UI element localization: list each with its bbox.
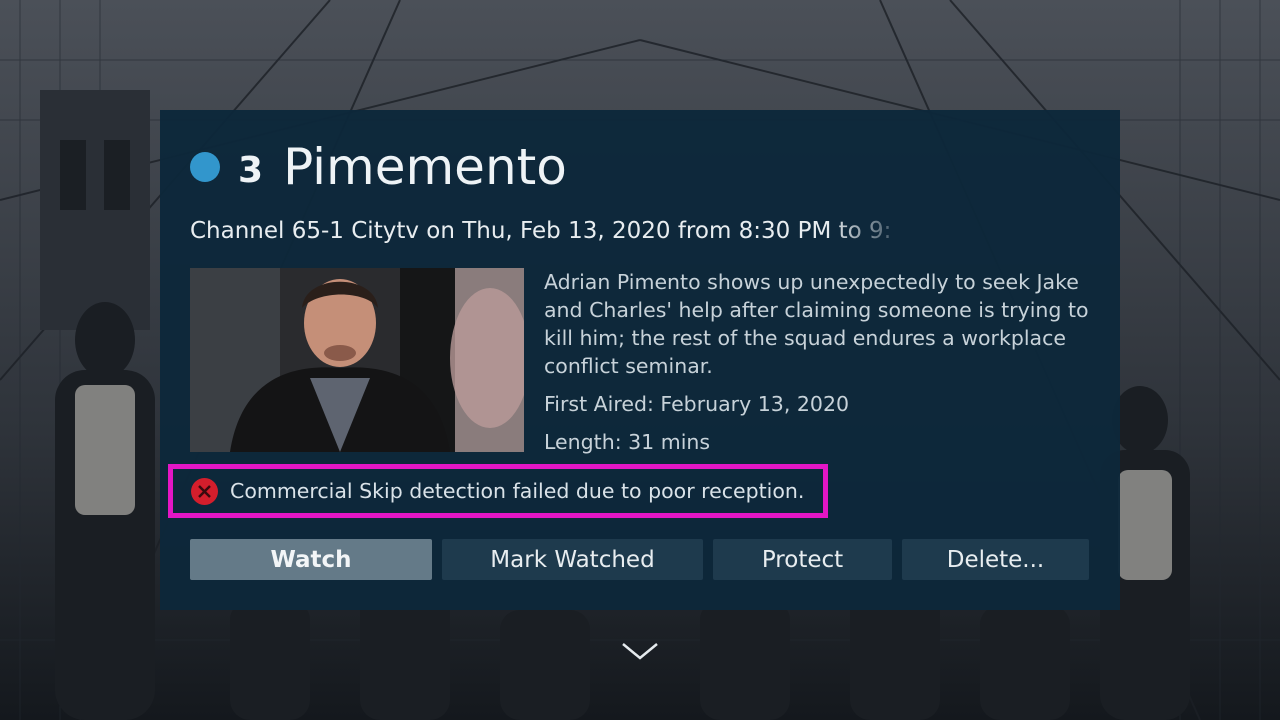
program-info: Adrian Pimento shows up unexpectedly to … <box>544 268 1089 466</box>
episode-thumbnail <box>190 268 524 452</box>
channel-airtime-line: Channel 65-1 Citytv on Thu, Feb 13, 2020… <box>190 218 892 244</box>
error-x-icon <box>191 477 218 505</box>
episode-number: 3 <box>238 149 264 191</box>
title-row: 3 Pimemento <box>190 132 567 202</box>
watch-button[interactable]: Watch <box>190 539 432 580</box>
alert-message: Commercial Skip detection failed due to … <box>230 479 805 503</box>
program-description: Adrian Pimento shows up unexpectedly to … <box>544 270 1089 378</box>
mark-watched-button[interactable]: Mark Watched <box>442 539 703 580</box>
recording-details-panel: 3 Pimemento Channel 65-1 Citytv on Thu, … <box>160 110 1120 610</box>
chevron-down-icon[interactable] <box>620 640 660 662</box>
episode-title: Pimemento <box>283 138 567 196</box>
delete-button[interactable]: Delete... <box>902 539 1089 580</box>
protect-button[interactable]: Protect <box>713 539 892 580</box>
first-aired: First Aired: February 13, 2020 <box>544 392 850 416</box>
program-length: Length: 31 mins <box>544 430 711 454</box>
unwatched-dot-icon <box>190 152 220 182</box>
commercial-skip-alert: Commercial Skip detection failed due to … <box>168 464 828 518</box>
